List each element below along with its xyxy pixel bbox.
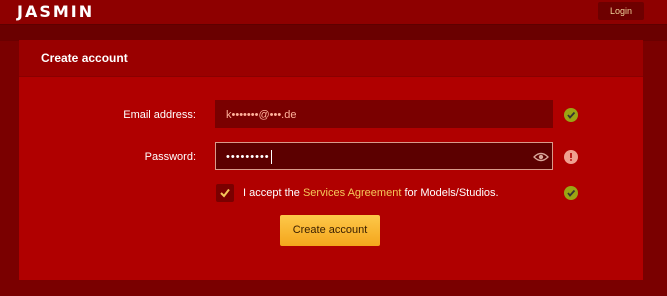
panel-header: Create account [19,40,643,77]
logo[interactable]: JASMIN [17,2,94,21]
agreement-text: I accept the Services Agreement for Mode… [243,187,499,199]
agreement-checkbox[interactable] [216,184,234,202]
services-agreement-link[interactable]: Services Agreement [303,187,401,199]
password-value: ••••••••• [226,151,270,163]
email-valid-icon [564,108,578,122]
text-caret [270,150,272,165]
background-stripe [0,25,667,41]
create-account-panel: Create account Email address: k•••••••@•… [19,40,643,280]
create-account-button[interactable]: Create account [280,215,380,246]
top-bar: JASMIN Login [0,0,667,25]
agreement-suffix: for Models/Studios. [404,187,499,199]
email-field[interactable]: k•••••••@•••.de [215,100,553,128]
agreement-prefix: I accept the [243,187,300,199]
agreement-valid-icon [564,186,578,200]
password-field[interactable]: ••••••••• [215,142,553,170]
login-button[interactable]: Login [598,2,644,20]
password-label: Password: [144,151,196,163]
email-label: Email address: [123,109,196,121]
eye-icon[interactable] [533,150,549,162]
panel-title: Create account [41,51,128,65]
password-info-icon[interactable] [564,150,578,164]
